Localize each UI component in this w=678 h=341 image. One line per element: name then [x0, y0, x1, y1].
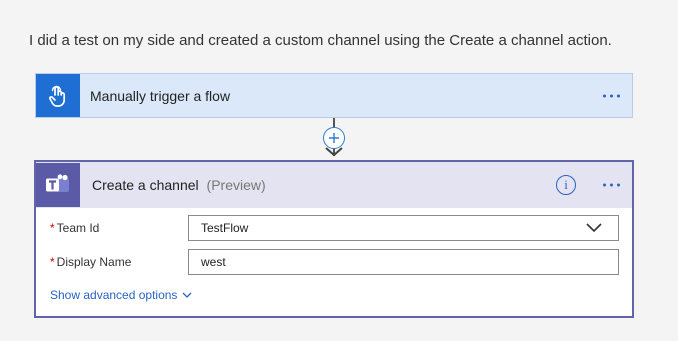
- trigger-more-options-button[interactable]: [603, 94, 620, 97]
- intro-text: I did a test on my side and created a cu…: [29, 32, 612, 49]
- required-marker: *: [50, 255, 55, 269]
- create-channel-header[interactable]: Create a channel (Preview) i: [36, 162, 632, 208]
- trigger-title: Manually trigger a flow: [90, 87, 231, 104]
- teams-icon: [36, 163, 80, 207]
- action-title: Create a channel (Preview): [92, 177, 266, 193]
- plus-icon: [329, 133, 339, 143]
- display-name-row: * Display Name west: [50, 249, 619, 275]
- add-step-button[interactable]: [323, 127, 345, 149]
- trigger-card[interactable]: Manually trigger a flow: [35, 73, 633, 118]
- chevron-down-icon: [182, 292, 192, 298]
- chevron-down-icon: [586, 223, 602, 233]
- action-more-options-button[interactable]: [603, 183, 620, 187]
- info-symbol: i: [564, 177, 568, 192]
- info-icon[interactable]: i: [556, 175, 576, 195]
- team-id-value: TestFlow: [201, 221, 249, 235]
- advanced-options-label: Show advanced options: [50, 288, 178, 302]
- team-id-label-text: Team Id: [56, 221, 100, 235]
- action-title-text: Create a channel: [92, 177, 199, 193]
- required-marker: *: [50, 221, 55, 235]
- team-id-dropdown[interactable]: TestFlow: [188, 215, 619, 241]
- hand-touch-icon: [36, 74, 80, 117]
- show-advanced-options-link[interactable]: Show advanced options: [50, 288, 192, 302]
- display-name-label: * Display Name: [50, 255, 188, 269]
- display-name-label-text: Display Name: [56, 255, 132, 269]
- display-name-input[interactable]: west: [188, 249, 619, 275]
- arrow-down-icon: [325, 147, 343, 157]
- team-id-label: * Team Id: [50, 221, 188, 235]
- display-name-value: west: [201, 255, 226, 269]
- team-id-row: * Team Id TestFlow: [50, 215, 619, 241]
- preview-label: (Preview): [206, 177, 266, 193]
- create-channel-card[interactable]: Create a channel (Preview) i * Team Id Te…: [34, 160, 634, 318]
